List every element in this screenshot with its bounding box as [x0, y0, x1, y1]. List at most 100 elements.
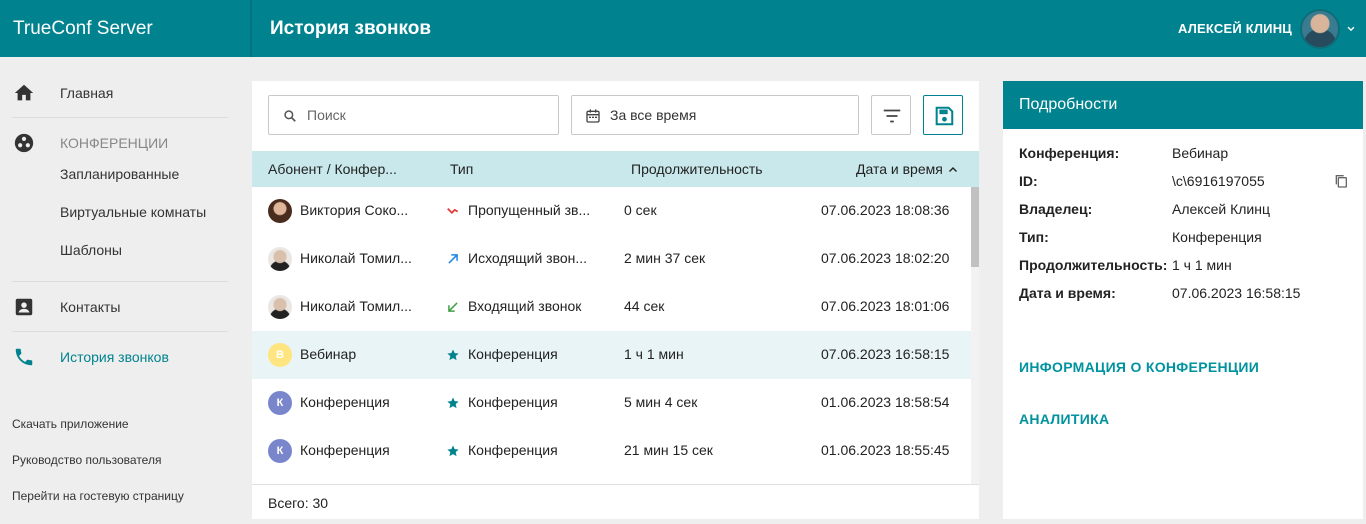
sidebar-item-contacts[interactable]: Контакты [0, 295, 230, 319]
outgoing-call-icon [448, 254, 458, 264]
filter-button[interactable] [871, 95, 911, 135]
export-button[interactable] [923, 95, 963, 135]
detail-label: Конференция: [1019, 145, 1120, 161]
copy-icon[interactable] [1333, 173, 1349, 189]
cell-duration: 0 сек [624, 202, 657, 218]
column-header-date[interactable]: Дата и время [856, 161, 959, 177]
table-row[interactable]: Николай Томил... Входящий звонок 44 сек … [252, 283, 971, 331]
avatar [268, 247, 292, 271]
cell-type: Пропущенный зв... [468, 202, 591, 218]
sidebar-section-label: КОНФЕРЕНЦИИ [60, 135, 169, 151]
scrollbar-thumb[interactable] [971, 187, 979, 267]
conference-info-link[interactable]: ИНФОРМАЦИЯ О КОНФЕРЕНЦИИ [1019, 359, 1259, 375]
table-footer: Всего: 30 [252, 484, 979, 519]
avatar: К [268, 391, 292, 415]
avatar [268, 295, 292, 319]
star-icon [447, 349, 459, 361]
sort-ascending-icon [948, 167, 957, 173]
guest-page-link[interactable]: Перейти на гостевую страницу [12, 489, 184, 503]
top-bar: TrueConf Server История звонков АЛЕКСЕЙ … [0, 0, 1366, 57]
chevron-down-icon[interactable] [1344, 22, 1358, 36]
cell-type: Входящий звонок [468, 298, 582, 314]
search-input[interactable] [307, 105, 547, 125]
divider [12, 117, 228, 118]
home-icon [14, 84, 34, 101]
table-row[interactable]: Виктория Соко... Пропущенный зв... 0 сек… [252, 187, 971, 235]
detail-label: Продолжительность: [1019, 257, 1168, 273]
table-body: Виктория Соко... Пропущенный зв... 0 сек… [252, 187, 971, 484]
page-title: История звонков [270, 17, 432, 39]
sidebar-item-scheduled[interactable]: Запланированные [60, 166, 179, 182]
cell-datetime: 01.06.2023 18:58:54 [821, 394, 950, 410]
cell-duration: 5 мин 4 сек [624, 394, 698, 410]
call-history-panel: За все время Абонент / Конфер... Тип Про… [252, 81, 979, 519]
sidebar-item-label: Главная [60, 85, 114, 101]
cell-subscriber: Николай Томил... [300, 298, 412, 314]
period-select[interactable]: За все время [571, 95, 859, 135]
details-title: Подробности [1003, 81, 1363, 129]
cell-subscriber: Конференция [300, 442, 390, 458]
user-name: АЛЕКСЕЙ КЛИНЦ [1177, 21, 1292, 36]
filter-icon [883, 109, 901, 123]
user-guide-link[interactable]: Руководство пользователя [12, 453, 161, 467]
period-value: За все время [610, 107, 697, 123]
sidebar-item-home[interactable]: Главная [0, 81, 230, 105]
table-row[interactable]: К Конференция Конференция 5 мин 4 сек 01… [252, 379, 971, 427]
sidebar-item-virtual-rooms[interactable]: Виртуальные комнаты [60, 204, 206, 220]
cell-type: Конференция [468, 346, 558, 362]
sidebar: Главная КОНФЕРЕНЦИИ Запланированные Вирт… [0, 57, 250, 524]
save-icon [935, 106, 954, 126]
cell-datetime: 07.06.2023 16:58:15 [821, 346, 950, 362]
conferences-icon [14, 133, 34, 153]
star-icon [447, 397, 459, 409]
sidebar-item-label: История звонков [60, 349, 169, 365]
cell-duration: 2 мин 37 сек [624, 250, 706, 266]
cell-subscriber: Конференция [300, 394, 390, 410]
column-header-type[interactable]: Тип [450, 161, 473, 177]
avatar [268, 199, 292, 223]
cell-type: Конференция [468, 442, 558, 458]
table-row[interactable]: Николай Томил... Исходящий звон... 2 мин… [252, 235, 971, 283]
user-menu[interactable]: АЛЕКСЕЙ КЛИНЦ [1177, 8, 1366, 49]
title-bar: История звонков АЛЕКСЕЙ КЛИНЦ [250, 0, 1366, 57]
download-app-link[interactable]: Скачать приложение [12, 417, 129, 431]
sidebar-item-templates[interactable]: Шаблоны [60, 242, 122, 258]
sidebar-section-conferences[interactable]: КОНФЕРЕНЦИИ [0, 131, 230, 155]
cell-type: Конференция [468, 394, 558, 410]
brand-logo[interactable]: TrueConf Server [0, 0, 250, 57]
column-header-duration[interactable]: Продолжительность [631, 161, 763, 177]
avatar[interactable] [1300, 8, 1340, 49]
detail-value: Вебинар [1172, 145, 1229, 161]
cell-duration: 1 ч 1 мин [624, 346, 684, 362]
detail-value: \c\6916197055 [1172, 173, 1265, 189]
contacts-icon [15, 298, 33, 316]
sidebar-item-call-history[interactable]: История звонков [0, 345, 230, 369]
cell-datetime: 01.06.2023 18:55:45 [821, 442, 950, 458]
cell-subscriber: Николай Томил... [300, 250, 412, 266]
detail-label: Тип: [1019, 229, 1049, 245]
table-header: Абонент / Конфер... Тип Продолжительност… [252, 151, 979, 187]
total-count: Всего: 30 [268, 495, 329, 511]
analytics-link[interactable]: АНАЛИТИКА [1019, 411, 1109, 427]
sidebar-item-label: Контакты [60, 299, 121, 315]
cell-datetime: 07.06.2023 18:08:36 [821, 202, 950, 218]
column-header-subscriber[interactable]: Абонент / Конфер... [268, 161, 397, 177]
search-icon [284, 110, 296, 122]
cell-subscriber: Виктория Соко... [300, 202, 409, 218]
detail-value: Алексей Клинц [1172, 201, 1270, 217]
divider [12, 331, 228, 332]
star-icon [447, 445, 459, 457]
search-box[interactable] [268, 95, 559, 135]
detail-value: Конференция [1172, 229, 1262, 245]
cell-duration: 21 мин 15 сек [624, 442, 713, 458]
details-panel: Подробности Конференция: Вебинар ID: \c\… [1003, 81, 1363, 519]
table-row[interactable]: В Вебинар Конференция 1 ч 1 мин 07.06.20… [252, 331, 971, 379]
detail-label: Дата и время: [1019, 285, 1116, 301]
detail-value: 1 ч 1 мин [1172, 257, 1232, 273]
avatar: В [268, 343, 292, 367]
detail-value: 07.06.2023 16:58:15 [1172, 285, 1301, 301]
table-row[interactable]: К Конференция Конференция 21 мин 15 сек … [252, 427, 971, 475]
column-header-date-label: Дата и время [856, 161, 943, 177]
cell-datetime: 07.06.2023 18:01:06 [821, 298, 950, 314]
detail-label: ID: [1019, 173, 1038, 189]
